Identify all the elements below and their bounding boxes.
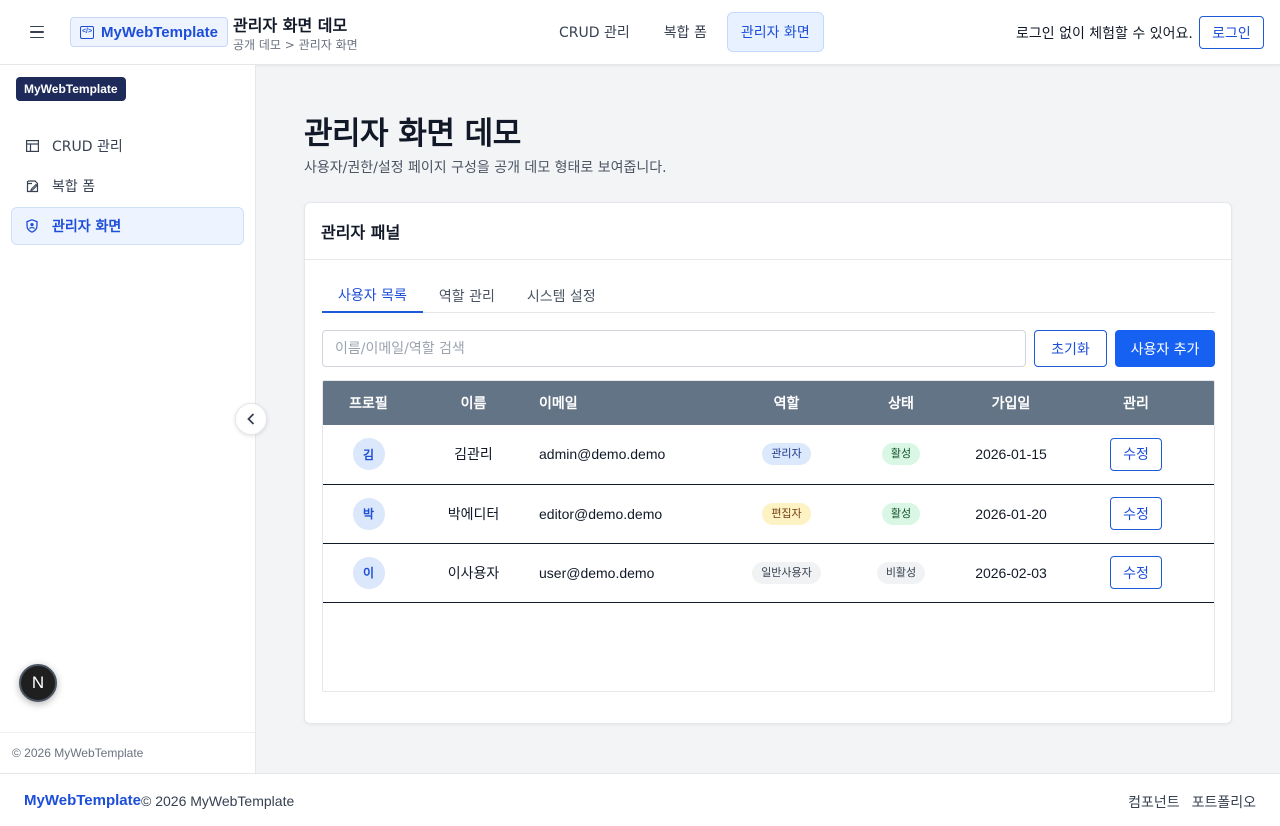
column-header: 이메일 [539, 396, 578, 412]
table-icon [25, 139, 39, 153]
user-name: 박에디터 [447, 506, 500, 523]
table-row: 박 박에디터 editor@demo.demo 편집자 활성 2026-01-2… [323, 484, 1214, 543]
top-nav-complex-form[interactable]: 복합 폼 [650, 12, 721, 52]
admin-panel: 관리자 패널 사용자 목록 역할 관리 시스템 설정 초기화 사용자 추가 프로… [304, 202, 1232, 724]
column-header: 관리 [1123, 396, 1149, 412]
sidebar-item-label: CRUD 관리 [52, 139, 123, 155]
sidebar-item-label: 복합 폼 [52, 179, 96, 195]
avatar: 김 [352, 438, 385, 471]
sidebar-brand-badge: MyWebTemplate [16, 77, 126, 101]
code-icon: </> [80, 25, 94, 39]
column-header: 가입일 [991, 396, 1031, 412]
sidebar-item-complex-form[interactable]: 복합 폼 [11, 167, 244, 205]
column-header: 프로필 [349, 396, 388, 412]
top-nav: CRUD 관리 복합 폼 관리자 화면 [545, 12, 824, 52]
breadcrumb: 공개 데모 > 관리자 화면 [233, 38, 358, 52]
sidebar-nav: CRUD 관리 복합 폼 관리자 화면 [11, 127, 244, 247]
brand-link[interactable]: </> MyWebTemplate [70, 17, 228, 47]
status-badge: 비활성 [876, 561, 926, 584]
join-date: 2026-01-15 [975, 446, 1047, 463]
table-row: 김 김관리 admin@demo.demo 관리자 활성 2026-01-15 … [323, 425, 1214, 484]
user-email: user@demo.demo [539, 564, 655, 581]
edit-form-icon [25, 179, 39, 193]
edit-button[interactable]: 수정 [1110, 497, 1162, 530]
footer-copyright: © 2026 MyWebTemplate [141, 793, 295, 809]
sidebar-collapse-button[interactable] [235, 403, 267, 435]
search-input[interactable] [322, 330, 1026, 367]
main-description: 사용자/권한/설정 페이지 구성을 공개 데모 형태로 보여줍니다. [304, 160, 667, 176]
footer-brand-link[interactable]: MyWebTemplate [24, 792, 141, 809]
footer-link-portfolio[interactable]: 포트폴리오 [1192, 792, 1256, 812]
user-email: editor@demo.demo [539, 505, 663, 522]
user-name: 김관리 [454, 447, 493, 464]
avatar: 이 [352, 556, 385, 589]
login-note: 로그인 없이 체험할 수 있어요. [1016, 26, 1193, 42]
footer-link-components[interactable]: 컴포넌트 [1128, 792, 1180, 812]
avatar: 박 [352, 497, 385, 530]
shield-user-icon [25, 219, 39, 233]
join-date: 2026-02-03 [975, 564, 1047, 581]
sidebar-item-admin[interactable]: 관리자 화면 [11, 207, 244, 245]
role-badge: 편집자 [762, 502, 811, 525]
user-table: 프로필 이름 이메일 역할 상태 가입일 관리 김 김관리 admin@demo… [322, 380, 1215, 692]
column-header: 상태 [888, 396, 914, 412]
role-badge: 관리자 [762, 443, 811, 466]
sidebar-footer: © 2026 MyWebTemplate [0, 732, 255, 773]
role-badge: 일반사용자 [752, 561, 821, 584]
login-button[interactable]: 로그인 [1199, 16, 1264, 49]
panel-title: 관리자 패널 [305, 203, 1231, 260]
main-heading: 관리자 화면 데모 [304, 116, 521, 152]
table-header-row: 프로필 이름 이메일 역할 상태 가입일 관리 [323, 381, 1214, 425]
top-nav-crud[interactable]: CRUD 관리 [545, 12, 644, 52]
column-header: 역할 [773, 396, 800, 412]
tab-user-list[interactable]: 사용자 목록 [322, 279, 423, 313]
status-badge: 활성 [881, 443, 921, 466]
sidebar-item-crud[interactable]: CRUD 관리 [11, 127, 244, 165]
chevron-left-icon [247, 413, 255, 425]
edit-button[interactable]: 수정 [1110, 556, 1162, 589]
reset-button[interactable]: 초기화 [1034, 330, 1107, 367]
column-header: 이름 [460, 396, 487, 412]
page-footer: MyWebTemplate © 2026 MyWebTemplate 컴포넌트 … [0, 773, 1280, 826]
user-name: 이사용자 [447, 565, 500, 582]
sidebar-item-label: 관리자 화면 [52, 219, 122, 235]
tab-role-management[interactable]: 역할 관리 [423, 279, 511, 313]
footer-links: 컴포넌트 포트폴리오 [1128, 792, 1256, 812]
top-header: </> MyWebTemplate 관리자 화면 데모 공개 데모 > 관리자 … [0, 0, 1280, 65]
page-title: 관리자 화면 데모 [233, 16, 348, 35]
brand-name: MyWebTemplate [101, 23, 218, 41]
user-email: admin@demo.demo [539, 446, 666, 463]
next-devtools-button[interactable]: N [19, 664, 57, 702]
panel-tabs: 사용자 목록 역할 관리 시스템 설정 [322, 279, 1215, 313]
add-user-button[interactable]: 사용자 추가 [1115, 330, 1215, 367]
join-date: 2026-01-20 [975, 505, 1047, 522]
status-badge: 활성 [881, 502, 921, 525]
top-nav-admin[interactable]: 관리자 화면 [726, 12, 824, 52]
table-row: 이 이사용자 user@demo.demo 일반사용자 비활성 2026-02-… [323, 543, 1214, 602]
tab-system-settings[interactable]: 시스템 설정 [511, 279, 612, 313]
edit-button[interactable]: 수정 [1110, 437, 1162, 471]
hamburger-menu-icon[interactable] [22, 18, 52, 46]
